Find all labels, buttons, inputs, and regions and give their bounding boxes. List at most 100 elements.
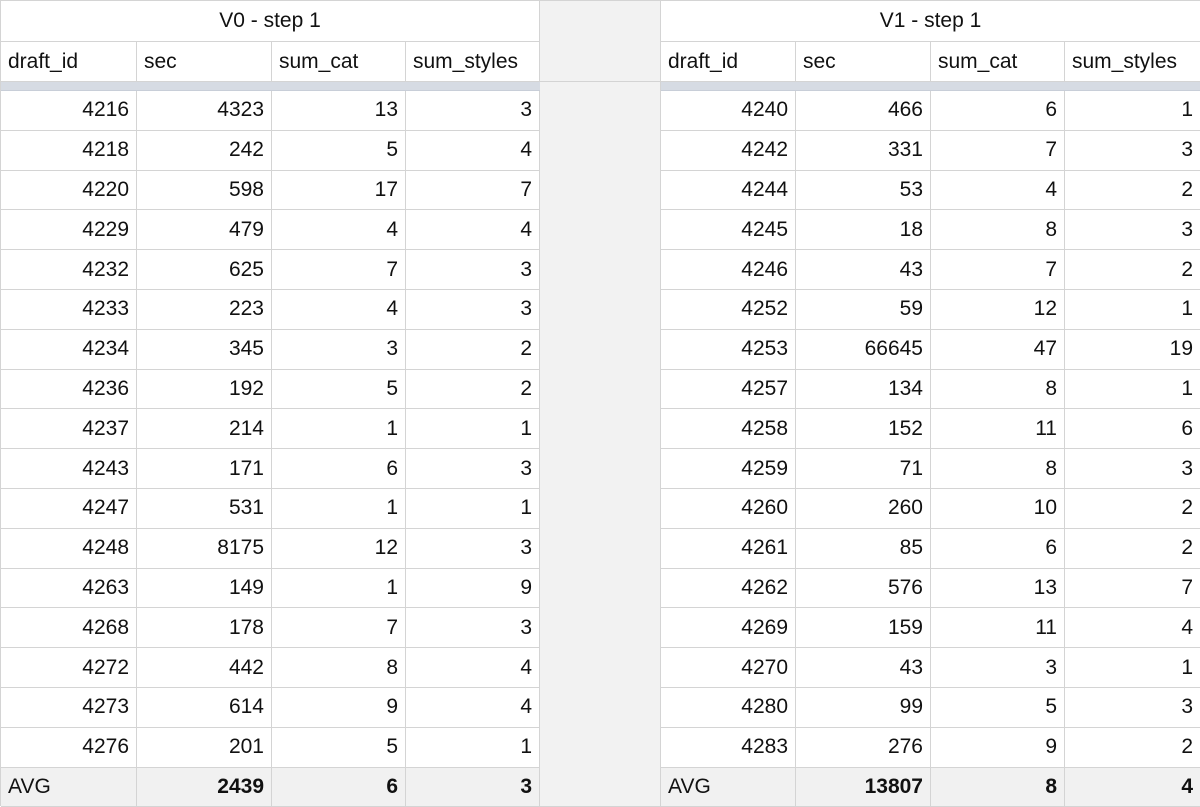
- v1-cell[interactable]: 6: [931, 528, 1065, 569]
- v0-cell[interactable]: 4218: [1, 130, 137, 171]
- v1-cell[interactable]: 3: [1065, 210, 1200, 251]
- v1-cell[interactable]: 8: [931, 449, 1065, 489]
- v1-header-sum-cat[interactable]: sum_cat: [931, 42, 1065, 82]
- v0-cell[interactable]: 1: [272, 409, 406, 450]
- v1-cell[interactable]: 4: [931, 170, 1065, 211]
- v0-cell[interactable]: 4268: [1, 608, 137, 649]
- v0-cell[interactable]: 625: [137, 250, 272, 290]
- v1-cell[interactable]: 4253: [661, 329, 796, 370]
- v0-avg-value[interactable]: 6: [272, 767, 406, 807]
- v0-cell[interactable]: 4234: [1, 329, 137, 370]
- v1-cell[interactable]: 2: [1065, 728, 1200, 768]
- v0-cell[interactable]: 4: [272, 289, 406, 330]
- v0-cell[interactable]: 8175: [137, 528, 272, 569]
- v0-header-draft-id[interactable]: draft_id: [1, 42, 137, 82]
- v0-cell[interactable]: 7: [272, 250, 406, 290]
- v0-header-sum-styles[interactable]: sum_styles: [406, 42, 540, 82]
- v1-cell[interactable]: 47: [931, 329, 1065, 370]
- v0-cell[interactable]: 4237: [1, 409, 137, 450]
- v0-cell[interactable]: 4273: [1, 687, 137, 728]
- v1-cell[interactable]: 276: [796, 727, 931, 768]
- v0-cell[interactable]: 3: [406, 608, 540, 649]
- v1-cell[interactable]: 13: [931, 568, 1065, 609]
- v0-cell[interactable]: 17: [272, 170, 406, 211]
- v0-cell[interactable]: 4232: [1, 250, 137, 290]
- v0-cell[interactable]: 4248: [1, 528, 137, 569]
- v0-cell[interactable]: 3: [406, 289, 540, 330]
- v1-header-sum-styles[interactable]: sum_styles: [1065, 42, 1200, 82]
- v1-cell[interactable]: 11: [931, 409, 1065, 450]
- v0-cell[interactable]: 12: [272, 528, 406, 569]
- v1-cell[interactable]: 4259: [661, 449, 796, 489]
- v1-cell[interactable]: 43: [796, 250, 931, 290]
- v0-cell[interactable]: 1: [272, 568, 406, 609]
- v1-cell[interactable]: 2: [1065, 529, 1200, 569]
- v1-cell[interactable]: 1: [1065, 91, 1200, 131]
- v0-cell[interactable]: 4: [406, 687, 540, 728]
- v1-cell[interactable]: 3: [931, 648, 1065, 688]
- v1-cell[interactable]: 1: [1065, 290, 1200, 330]
- v1-cell[interactable]: 4269: [661, 608, 796, 649]
- v0-cell[interactable]: 3: [406, 528, 540, 569]
- v0-cell[interactable]: 7: [406, 170, 540, 211]
- v0-cell[interactable]: 3: [406, 449, 540, 489]
- v1-cell[interactable]: 576: [796, 568, 931, 609]
- v1-cell[interactable]: 4252: [661, 289, 796, 330]
- v1-cell[interactable]: 7: [931, 250, 1065, 290]
- v0-cell[interactable]: 4229: [1, 210, 137, 251]
- v1-cell[interactable]: 8: [931, 210, 1065, 251]
- v0-cell[interactable]: 4216: [1, 91, 137, 131]
- v0-cell[interactable]: 4276: [1, 727, 137, 768]
- v0-cell[interactable]: 598: [137, 170, 272, 211]
- v0-cell[interactable]: 4220: [1, 170, 137, 211]
- v0-cell[interactable]: 1: [406, 727, 540, 768]
- v0-header-sum-cat[interactable]: sum_cat: [272, 42, 406, 82]
- v1-cell[interactable]: 331: [796, 130, 931, 171]
- v0-avg-label[interactable]: AVG: [1, 767, 137, 807]
- v0-cell[interactable]: 4: [406, 210, 540, 251]
- v1-cell[interactable]: 4258: [661, 409, 796, 450]
- v1-cell[interactable]: 1: [1065, 648, 1200, 688]
- v1-cell[interactable]: 152: [796, 409, 931, 450]
- v0-cell[interactable]: 479: [137, 210, 272, 251]
- v1-cell[interactable]: 18: [796, 210, 931, 251]
- v0-cell[interactable]: 149: [137, 568, 272, 609]
- v1-avg-label[interactable]: AVG: [661, 767, 796, 807]
- gap-column[interactable]: [540, 82, 661, 807]
- v1-cell[interactable]: 3: [1065, 688, 1200, 728]
- v0-cell[interactable]: 4272: [1, 648, 137, 688]
- v1-cell[interactable]: 11: [931, 608, 1065, 649]
- v1-cell[interactable]: 1: [1065, 370, 1200, 410]
- v0-avg-value[interactable]: 2439: [137, 767, 272, 807]
- v1-cell[interactable]: 9: [931, 727, 1065, 768]
- v1-cell[interactable]: 59: [796, 289, 931, 330]
- v1-cell[interactable]: 99: [796, 687, 931, 728]
- v0-cell[interactable]: 9: [406, 568, 540, 609]
- v0-cell[interactable]: 4323: [137, 91, 272, 131]
- v0-cell[interactable]: 8: [272, 648, 406, 688]
- v0-cell[interactable]: 4: [406, 130, 540, 171]
- v1-cell[interactable]: 2: [1065, 489, 1200, 529]
- v0-cell[interactable]: 614: [137, 687, 272, 728]
- v1-cell[interactable]: 2: [1065, 171, 1200, 211]
- v1-cell[interactable]: 85: [796, 528, 931, 569]
- v1-cell[interactable]: 4283: [661, 727, 796, 768]
- v0-cell[interactable]: 531: [137, 488, 272, 529]
- v0-cell[interactable]: 171: [137, 449, 272, 489]
- v0-cell[interactable]: 4263: [1, 568, 137, 609]
- v1-cell[interactable]: 6: [1065, 409, 1200, 450]
- v1-cell[interactable]: 4280: [661, 687, 796, 728]
- gap-column[interactable]: [540, 1, 661, 82]
- v1-cell[interactable]: 134: [796, 369, 931, 410]
- v0-cell[interactable]: 1: [272, 488, 406, 529]
- v0-avg-value[interactable]: 3: [406, 767, 540, 807]
- v1-cell[interactable]: 3: [1065, 131, 1200, 171]
- v1-cell[interactable]: 4261: [661, 528, 796, 569]
- v0-cell[interactable]: 4: [272, 210, 406, 251]
- v0-cell[interactable]: 3: [272, 329, 406, 370]
- v1-cell[interactable]: 4270: [661, 648, 796, 688]
- v0-cell[interactable]: 442: [137, 648, 272, 688]
- v0-cell[interactable]: 242: [137, 130, 272, 171]
- v1-cell[interactable]: 66645: [796, 329, 931, 370]
- v0-cell[interactable]: 4236: [1, 369, 137, 410]
